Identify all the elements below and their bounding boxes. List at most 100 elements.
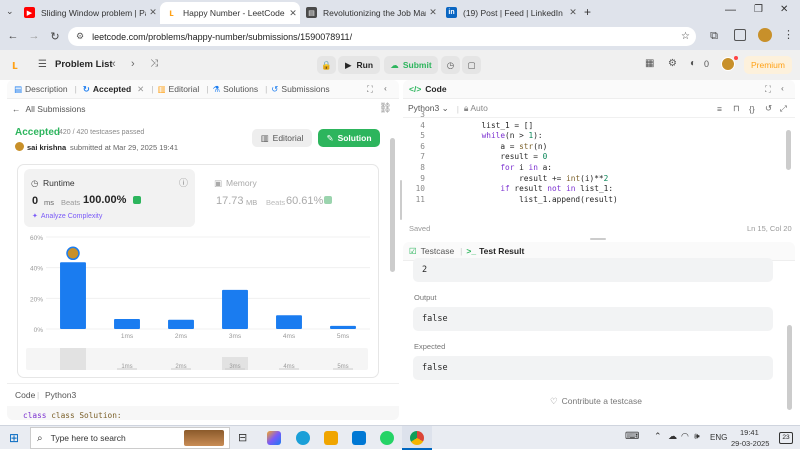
notes-icon[interactable]: ▢ xyxy=(462,56,481,74)
close-tab-icon[interactable]: ✕ xyxy=(137,84,144,95)
clock-date[interactable]: 29-03-2025 xyxy=(731,439,769,448)
wifi-icon[interactable]: ◠ xyxy=(681,431,689,442)
outlook-icon[interactable] xyxy=(352,431,366,445)
problem-list-link[interactable]: Problem List xyxy=(55,59,113,70)
tab-description[interactable]: ▤ Description xyxy=(14,84,68,95)
tray-chevron-icon[interactable]: ⌃ xyxy=(654,431,662,442)
streak-count: 0 xyxy=(704,59,710,69)
run-button[interactable]: ▶ Run xyxy=(338,56,380,74)
close-tab-icon[interactable]: ✕ xyxy=(566,7,580,18)
collapse-icon[interactable]: ‹ xyxy=(384,83,387,93)
maximize-icon[interactable]: ⛶ xyxy=(765,84,771,95)
shuffle-icon[interactable]: ⤨ xyxy=(150,58,158,69)
settings-gear-icon[interactable]: ⚙ xyxy=(668,58,677,69)
horizontal-resize-handle[interactable] xyxy=(590,238,606,240)
leetcode-logo-icon[interactable]: ʟ xyxy=(12,57,18,72)
close-tab-icon[interactable]: ✕ xyxy=(146,7,160,18)
collapse-icon[interactable]: ‹ xyxy=(781,83,784,93)
left-scrollbar[interactable] xyxy=(390,138,395,272)
runtime-box[interactable]: ◷ Runtime ⓘ 0 ms Beats 100.00% ✦ Analyze … xyxy=(24,169,195,227)
x-tick-label: 5ms xyxy=(337,333,350,340)
bookmark-star-icon[interactable]: ☆ xyxy=(681,31,690,42)
chrome-taskbar-item[interactable] xyxy=(402,426,432,450)
profile-avatar[interactable] xyxy=(758,28,772,42)
submit-button[interactable]: ☁ Submit xyxy=(384,56,438,74)
file-explorer-icon[interactable] xyxy=(324,431,338,445)
taskbar-search[interactable]: ⌕ Type here to search xyxy=(30,427,230,449)
runtime-bar[interactable] xyxy=(114,319,140,329)
user-avatar[interactable] xyxy=(721,57,735,71)
streak-fire-icon: ◐ xyxy=(690,58,697,69)
runtime-bar[interactable] xyxy=(168,319,194,329)
editorial-button[interactable]: ▥ Editorial xyxy=(252,129,312,147)
new-tab-icon[interactable]: + xyxy=(584,5,591,19)
windows-start-icon[interactable]: ⊞ xyxy=(9,431,19,445)
mini-tick-label: 3ms xyxy=(229,364,240,370)
runtime-bar[interactable] xyxy=(222,289,248,329)
tab-submissions[interactable]: ↺ Submissions xyxy=(271,84,329,95)
all-submissions-link[interactable]: ← All Submissions xyxy=(12,104,86,114)
solution-button[interactable]: ✎ Solution xyxy=(318,129,380,147)
browser-tab-leetcode[interactable]: ʟ Happy Number - LeetCode ✕ xyxy=(160,2,300,24)
sidebar-icon[interactable] xyxy=(734,29,746,41)
network-icon[interactable]: ☁ xyxy=(668,431,677,442)
debug-button[interactable]: 🔒 xyxy=(317,56,336,74)
whatsapp-icon[interactable] xyxy=(380,431,394,445)
language-indicator[interactable]: ENG xyxy=(710,433,727,442)
tab-editorial[interactable]: ▥ Editorial xyxy=(158,84,200,95)
browser-tab-youtube[interactable]: ▶ Sliding Window problem | Part ✕ xyxy=(18,3,160,22)
tab-test-result[interactable]: >_ Test Result xyxy=(466,246,524,256)
line-code: result = 0 xyxy=(444,152,548,162)
back-icon[interactable]: ← xyxy=(5,28,21,44)
address-bar[interactable]: ⚙ leetcode.com/problems/happy-number/sub… xyxy=(68,27,696,46)
analyze-complexity-link[interactable]: ✦ Analyze Complexity xyxy=(32,212,102,220)
volume-icon[interactable]: 🕪︎ xyxy=(694,431,700,442)
memory-label[interactable]: Memory xyxy=(226,178,257,188)
premium-button[interactable]: Premium xyxy=(744,56,792,74)
tab-accepted[interactable]: ↻ Accepted ✕ xyxy=(83,84,145,95)
prev-problem-icon[interactable]: ‹ xyxy=(112,58,116,70)
x-tick-label: 2ms xyxy=(175,333,188,340)
site-info-icon[interactable]: ⚙ xyxy=(76,31,84,42)
back-arrow-icon: ← xyxy=(12,104,21,114)
tab-testcase[interactable]: ☑ Testcase xyxy=(409,246,454,257)
checkbox-icon: ☑ xyxy=(409,245,417,256)
extensions-icon[interactable]: ⧉ xyxy=(706,28,722,44)
close-window-icon[interactable]: ✕ xyxy=(780,4,788,15)
layout-icon[interactable]: ▦ xyxy=(645,58,654,69)
maximize-icon[interactable]: ⛶ xyxy=(367,84,373,95)
task-view-icon[interactable]: ⊟ xyxy=(238,431,247,444)
code-preview-line: class class Solution: xyxy=(23,411,122,420)
menu-dots-icon[interactable]: ⋮ xyxy=(783,28,794,41)
tab-solutions[interactable]: ⚗ Solutions xyxy=(212,84,258,95)
runtime-bar[interactable] xyxy=(60,262,86,329)
notification-center-icon[interactable]: 23 xyxy=(779,432,793,444)
tab-search-icon[interactable]: ⌄ xyxy=(6,6,14,17)
expected-value-box: false xyxy=(413,356,773,380)
contribute-testcase-link[interactable]: ♡ Contribute a testcase xyxy=(550,396,642,407)
next-problem-icon[interactable]: › xyxy=(131,58,135,70)
edge-icon[interactable] xyxy=(296,431,310,445)
clock-time[interactable]: 19:41 xyxy=(740,428,759,437)
minimize-icon[interactable]: — xyxy=(725,4,736,16)
reload-icon[interactable]: ↻ xyxy=(47,28,63,44)
range-handle[interactable] xyxy=(60,348,86,370)
runtime-bar[interactable] xyxy=(276,315,302,329)
restore-icon[interactable]: ❐ xyxy=(754,4,763,15)
submitter-name[interactable]: sai krishna xyxy=(27,143,66,152)
panel-resize-handle[interactable] xyxy=(400,180,402,220)
result-scrollbar[interactable] xyxy=(787,325,792,410)
timer-icon[interactable]: ◷ xyxy=(441,56,460,74)
share-link-icon[interactable]: ⛓ xyxy=(379,103,392,114)
editor-scrollbar[interactable] xyxy=(786,130,791,170)
close-tab-icon[interactable]: ✕ xyxy=(286,8,300,19)
info-icon[interactable]: ⓘ xyxy=(179,176,188,189)
forward-icon[interactable]: → xyxy=(26,28,42,44)
browser-tab-linkedin[interactable]: in (19) Post | Feed | LinkedIn ✕ xyxy=(440,3,580,22)
close-tab-icon[interactable]: ✕ xyxy=(426,7,440,18)
code-area[interactable]: 34 list_1 = [] 5 while(n > 1): 6 a = str(n… xyxy=(403,110,783,213)
runtime-bar[interactable] xyxy=(330,325,356,329)
keyboard-icon[interactable]: ⌨ xyxy=(625,431,639,442)
copilot-icon[interactable] xyxy=(267,431,281,445)
browser-tab-article[interactable]: ▤ Revolutionizing the Job Marke ✕ xyxy=(300,3,440,22)
